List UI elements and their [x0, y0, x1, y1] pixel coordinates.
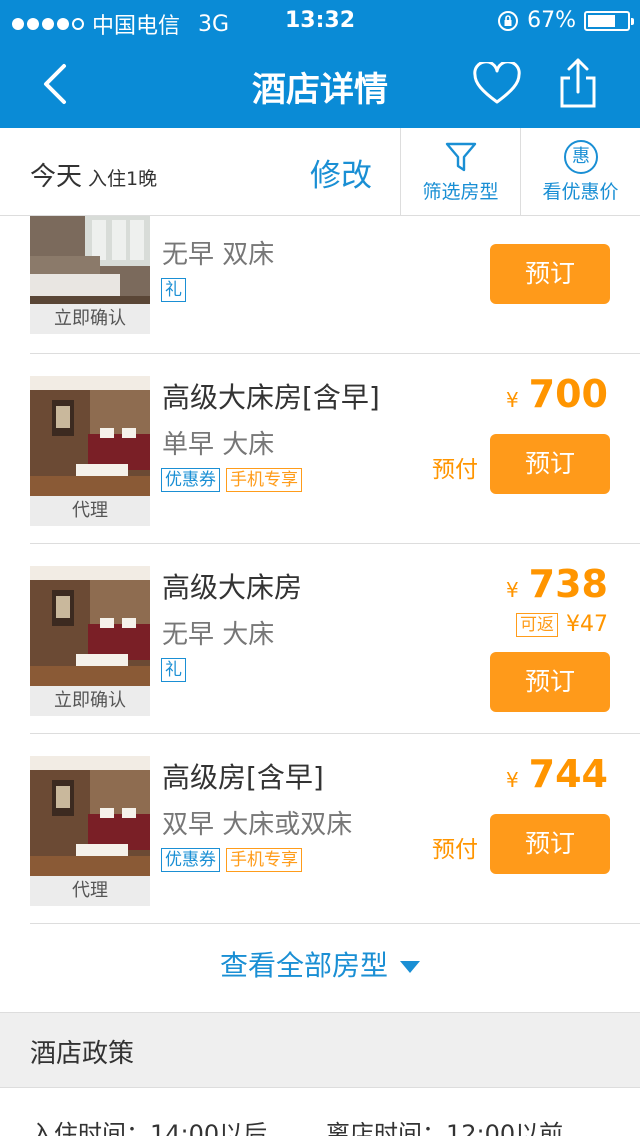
checkout-time: 离店时间：12:00以前	[326, 1120, 564, 1136]
prepay-label: 预付	[432, 457, 478, 483]
room-badges: 优惠券 手机专享	[161, 848, 302, 872]
room-photo	[30, 566, 150, 686]
policy-section-header: 酒店政策	[0, 1012, 640, 1088]
currency-symbol: ¥	[505, 768, 519, 792]
room-item[interactable]: 代理 高级房[含早] 双早 大床或双床 优惠券 手机专享 ¥744 预付 预订	[0, 734, 640, 924]
price-value: 738	[528, 562, 608, 606]
filter-room-type-button[interactable]: 筛选房型	[400, 128, 520, 216]
gift-badge: 礼	[161, 278, 186, 302]
room-price: ¥744	[506, 752, 608, 796]
date-label: 今天	[30, 162, 83, 192]
filter-room-type-label: 筛选房型	[422, 181, 499, 203]
share-icon[interactable]	[556, 56, 600, 110]
prepay-label: 预付	[432, 837, 478, 863]
room-badges: 礼	[161, 278, 186, 302]
rotation-lock-icon	[498, 10, 519, 31]
coupon-badge: 优惠券	[161, 468, 220, 492]
room-bed-info: 双早 大床或双床	[162, 810, 353, 840]
room-photo	[30, 376, 150, 496]
book-button[interactable]: 预订	[490, 434, 610, 494]
favorite-heart-icon[interactable]	[472, 62, 522, 106]
room-tag: 代理	[30, 876, 150, 906]
room-badges: 优惠券 手机专享	[161, 468, 302, 492]
currency-symbol: ¥	[505, 388, 519, 412]
view-all-room-types-label: 查看全部房型	[219, 949, 388, 982]
price-value: 700	[528, 372, 608, 416]
room-price: ¥738	[506, 562, 608, 606]
cashback-info: 可返 ¥47	[516, 612, 608, 637]
room-bed-info: 无早 大床	[162, 620, 275, 650]
battery-icon	[584, 10, 634, 31]
book-button[interactable]: 预订	[490, 814, 610, 874]
date-filter-bar: 今天 入住1晚 修改 筛选房型 惠 看优惠价	[0, 128, 640, 216]
mobile-exclusive-badge: 手机专享	[226, 468, 302, 492]
mobile-exclusive-badge: 手机专享	[226, 848, 302, 872]
room-bed-info: 无早 双床	[162, 240, 275, 270]
room-tag: 代理	[30, 496, 150, 526]
policy-section-body: 入住时间：14:00以后 离店时间：12:00以前	[0, 1088, 640, 1136]
room-bed-info: 单早 大床	[162, 430, 275, 460]
battery-percent: 67%	[527, 8, 576, 33]
room-tag: 立即确认	[30, 686, 150, 716]
price-value: 744	[528, 752, 608, 796]
stay-date[interactable]: 今天 入住1晚	[30, 156, 157, 193]
top-bar: 中国电信 3G 13:32 67% 酒店详情	[0, 0, 640, 128]
view-discount-button[interactable]: 惠 看优惠价	[520, 128, 640, 216]
triangle-down-icon	[400, 961, 420, 973]
filter-funnel-icon	[445, 142, 477, 172]
stay-nights-label: 入住1晚	[88, 168, 158, 190]
edit-date-button[interactable]: 修改	[310, 150, 372, 195]
cashback-amount: ¥47	[566, 612, 608, 637]
coupon-badge: 优惠券	[161, 848, 220, 872]
divider	[30, 923, 640, 924]
room-tag: 立即确认	[30, 304, 150, 334]
page-title: 酒店详情	[252, 70, 388, 110]
cashback-badge: 可返	[516, 612, 558, 637]
room-item[interactable]: 立即确认 高级大床房 无早 大床 礼 ¥738 可返 ¥47 预订	[0, 544, 640, 734]
view-discount-label: 看优惠价	[542, 181, 619, 203]
book-button[interactable]: 预订	[490, 652, 610, 712]
room-badges: 礼	[161, 658, 186, 682]
view-all-room-types-button[interactable]: 查看全部房型	[0, 926, 640, 1012]
discount-icon: 惠	[564, 140, 598, 174]
room-photo	[30, 756, 150, 876]
policy-title: 酒店政策	[30, 1039, 135, 1069]
navigation-bar: 酒店详情	[0, 40, 640, 128]
currency-symbol: ¥	[505, 578, 519, 602]
gift-badge: 礼	[161, 658, 186, 682]
room-name: 高级房[含早]	[162, 761, 324, 794]
room-price: ¥700	[506, 372, 608, 416]
room-item[interactable]: 代理 高级大床房[含早] 单早 大床 优惠券 手机专享 ¥700 预付 预订	[0, 354, 640, 544]
room-name: 高级大床房[含早]	[162, 381, 380, 414]
status-bar: 中国电信 3G 13:32 67%	[0, 0, 640, 40]
checkin-time: 入住时间：14:00以后	[30, 1120, 268, 1136]
room-photo	[30, 216, 150, 304]
book-button[interactable]: 预订	[490, 244, 610, 304]
room-name: 高级大床房	[162, 571, 303, 604]
